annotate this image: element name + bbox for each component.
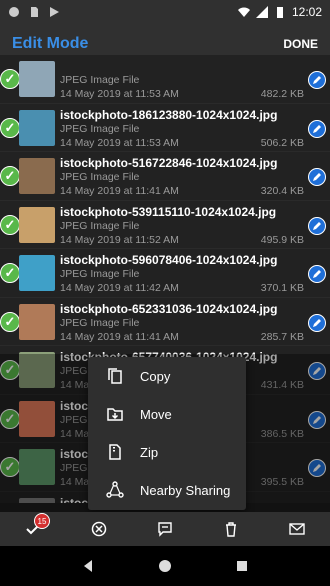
selected-count-badge: 15	[34, 513, 50, 529]
system-nav-bar	[0, 546, 330, 586]
file-thumbnail	[19, 109, 55, 146]
edit-pencil-icon[interactable]	[308, 216, 326, 235]
file-name: istockphoto-539115110-1024x1024.jpg	[60, 204, 277, 219]
edit-pencil-icon[interactable]	[308, 119, 326, 138]
nearby-share-icon	[106, 481, 124, 498]
menu-item-move[interactable]: Move	[88, 395, 246, 433]
battery-icon	[276, 7, 283, 18]
menu-item-copy[interactable]: Copy	[88, 357, 246, 395]
sd-card-icon	[31, 7, 38, 17]
comment-icon	[158, 522, 172, 537]
edit-pencil-icon[interactable]	[308, 168, 326, 186]
wifi-icon	[237, 7, 250, 17]
file-size: 386.5 KB	[260, 427, 304, 440]
file-size: 506.2 KB	[260, 136, 304, 149]
file-row[interactable]: ✓ JPEG Image File 14 May 2019 at 11:53 A…	[0, 55, 330, 104]
file-thumbnail	[19, 497, 55, 503]
checkmark-icon[interactable]: ✓	[0, 311, 20, 332]
checkmark-icon[interactable]: ✓	[0, 263, 20, 283]
file-size: 320.4 KB	[260, 185, 304, 197]
notification-dot-icon	[9, 7, 19, 17]
file-type: JPEG Image File	[60, 74, 140, 86]
copy-icon	[108, 368, 122, 384]
menu-item-label: Zip	[140, 444, 159, 460]
checkmark-icon[interactable]: ✓	[0, 117, 20, 138]
menu-item-zip[interactable]: Zip	[88, 433, 246, 471]
file-date: 14 May 2019 at 11:53 AM	[60, 136, 179, 149]
edit-pencil-icon[interactable]	[308, 362, 326, 380]
context-menu: Copy Move Zip Nearby Sharing	[88, 357, 246, 510]
file-date: 14 May 2019 at 11:41 AM	[60, 185, 179, 197]
menu-item-label: Copy	[140, 368, 171, 384]
comment-button[interactable]	[132, 521, 198, 537]
file-type: JPEG Image File	[60, 316, 140, 329]
file-row[interactable]: ✓ istockphoto-539115110-1024x1024.jpg JP…	[0, 201, 330, 249]
edit-pencil-icon[interactable]	[308, 459, 326, 477]
file-thumbnail	[19, 352, 55, 388]
checkmark-icon[interactable]: ✓	[0, 360, 20, 380]
file-name: istockphoto-186123880-1024x1024.jpg	[60, 107, 278, 122]
status-bar: 12:02	[0, 0, 330, 24]
edit-pencil-icon[interactable]	[308, 71, 326, 89]
menu-item-label: Move	[140, 406, 172, 422]
done-button[interactable]: DONE	[283, 37, 318, 51]
edit-pencil-icon[interactable]	[308, 410, 326, 429]
file-thumbnail	[19, 206, 55, 243]
file-name: istockphoto-596078406-1024x1024.jpg	[60, 253, 278, 267]
page-title: Edit Mode	[12, 35, 89, 52]
checkmark-icon[interactable]: ✓	[0, 457, 20, 477]
file-date: 14 May 2019 at 11:53 AM	[60, 88, 179, 100]
bottom-action-bar: 15	[0, 512, 330, 546]
file-size: 482.2 KB	[260, 88, 304, 100]
email-button[interactable]	[264, 521, 330, 537]
file-size: 285.7 KB	[260, 330, 304, 343]
checkmark-icon[interactable]: ✓	[0, 214, 20, 235]
play-store-icon	[50, 7, 59, 17]
file-row[interactable]: ✓ istockphoto-596078406-1024x1024.jpg JP…	[0, 249, 330, 298]
file-thumbnail	[19, 449, 55, 485]
menu-item-nearby-sharing[interactable]: Nearby Sharing	[88, 471, 246, 509]
file-thumbnail	[19, 400, 55, 437]
file-row[interactable]: ✓ istockphoto-186123880-1024x1024.jpg JP…	[0, 104, 330, 152]
deselect-button[interactable]	[66, 521, 132, 537]
delete-button[interactable]	[198, 521, 264, 537]
cancel-circle-icon	[91, 521, 107, 537]
signal-icon	[255, 6, 268, 18]
menu-item-label: Nearby Sharing	[140, 482, 231, 498]
back-icon[interactable]	[81, 559, 95, 573]
file-type: JPEG Image File	[60, 171, 140, 183]
file-date: 14 May 2019 at 11:41 AM	[60, 330, 179, 343]
home-icon[interactable]	[158, 559, 172, 573]
clock: 12:02	[291, 5, 322, 19]
zip-icon	[109, 444, 121, 460]
file-type: JPEG Image File	[60, 219, 140, 232]
file-date: 14 May 2019 at 11:42 AM	[60, 282, 179, 294]
checkmark-icon[interactable]: ✓	[0, 166, 20, 186]
file-type: JPEG Image File	[60, 122, 140, 135]
file-thumbnail	[19, 158, 55, 194]
select-all-button[interactable]: 15	[0, 513, 66, 537]
trash-icon	[226, 522, 236, 537]
file-row[interactable]: ✓ istockphoto-516722846-1024x1024.jpg JP…	[0, 152, 330, 201]
file-size: 495.9 KB	[260, 233, 304, 246]
file-date: 14 May 2019 at 11:52 AM	[60, 233, 179, 246]
mail-icon	[289, 523, 305, 535]
file-thumbnail	[19, 303, 55, 340]
edit-pencil-icon[interactable]	[308, 313, 326, 332]
checkmark-icon[interactable]: ✓	[0, 408, 20, 429]
file-type: JPEG Image File	[60, 268, 140, 280]
file-thumbnail	[19, 61, 55, 97]
checkmark-icon[interactable]: ✓	[0, 69, 20, 89]
file-size: 370.1 KB	[260, 282, 304, 294]
file-name: istockphoto-516722846-1024x1024.jpg	[60, 156, 278, 170]
edit-pencil-icon[interactable]	[308, 265, 326, 283]
recents-icon[interactable]	[235, 559, 249, 573]
file-size: 395.5 KB	[260, 476, 304, 488]
file-size: 431.4 KB	[260, 379, 304, 391]
file-name: istockphoto-652331036-1024x1024.jpg	[60, 301, 278, 316]
file-thumbnail	[19, 255, 55, 291]
file-row[interactable]: ✓ istockphoto-652331036-1024x1024.jpg JP…	[0, 298, 330, 346]
move-icon	[107, 408, 123, 421]
